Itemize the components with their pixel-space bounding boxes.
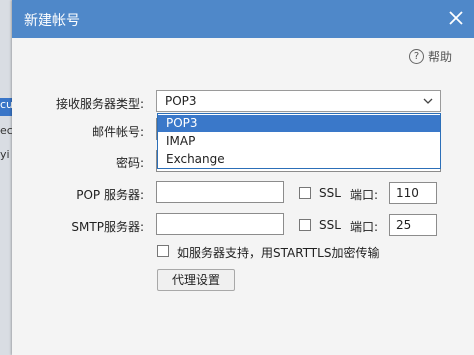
dropdown-option-imap[interactable]: IMAP — [158, 133, 440, 150]
help-link[interactable]: ? 帮助 — [408, 48, 452, 65]
proxy-settings-button[interactable]: 代理设置 — [157, 269, 235, 291]
background-fragment: cu — [0, 98, 12, 116]
pop-port-label: 端口: — [350, 188, 379, 202]
help-label: 帮助 — [427, 50, 452, 64]
background-app-strip: cu ecu yi — [0, 0, 12, 355]
starttls-label: 如服务器支持，用STARTTLS加密传输 — [177, 246, 380, 260]
new-account-dialog: 新建帐号 ? 帮助 接收服务器类型: POP3 邮件帐号: 密码: POP 服务… — [12, 0, 474, 355]
smtp-port-value: 25 — [396, 218, 412, 232]
pop-port-input[interactable]: 110 — [389, 182, 437, 204]
smtp-port-label: 端口: — [350, 220, 379, 234]
server-type-label: 接收服务器类型: — [55, 97, 144, 111]
pop-port-value: 110 — [396, 186, 419, 200]
password-label: 密码: — [115, 156, 144, 170]
smtp-port-input[interactable]: 25 — [389, 214, 437, 236]
pop-server-label: POP 服务器: — [76, 188, 144, 202]
pop-ssl-label: SSL — [319, 186, 341, 200]
pop-ssl-checkbox[interactable] — [299, 187, 311, 199]
dropdown-option-pop3[interactable]: POP3 — [158, 115, 440, 132]
account-label: 邮件帐号: — [91, 125, 144, 139]
smtp-ssl-checkbox[interactable] — [299, 219, 311, 231]
question-circle-icon: ? — [408, 49, 424, 64]
smtp-ssl-label: SSL — [319, 218, 341, 232]
server-type-select[interactable]: POP3 — [156, 90, 441, 112]
background-fragment: ecu — [0, 124, 12, 137]
dialog-titlebar: 新建帐号 — [12, 0, 474, 38]
chevron-down-icon — [423, 98, 433, 104]
server-type-dropdown-list: POP3 IMAP Exchange — [157, 113, 441, 169]
smtp-server-label: SMTP服务器: — [71, 220, 144, 234]
background-fragment: yi — [0, 148, 10, 161]
starttls-checkbox[interactable] — [157, 245, 169, 257]
smtp-server-input[interactable] — [156, 213, 284, 235]
dropdown-option-exchange[interactable]: Exchange — [158, 151, 440, 168]
server-type-value: POP3 — [165, 94, 197, 108]
pop-server-input[interactable] — [156, 181, 284, 203]
dialog-title: 新建帐号 — [24, 13, 80, 29]
close-icon[interactable] — [444, 6, 468, 30]
